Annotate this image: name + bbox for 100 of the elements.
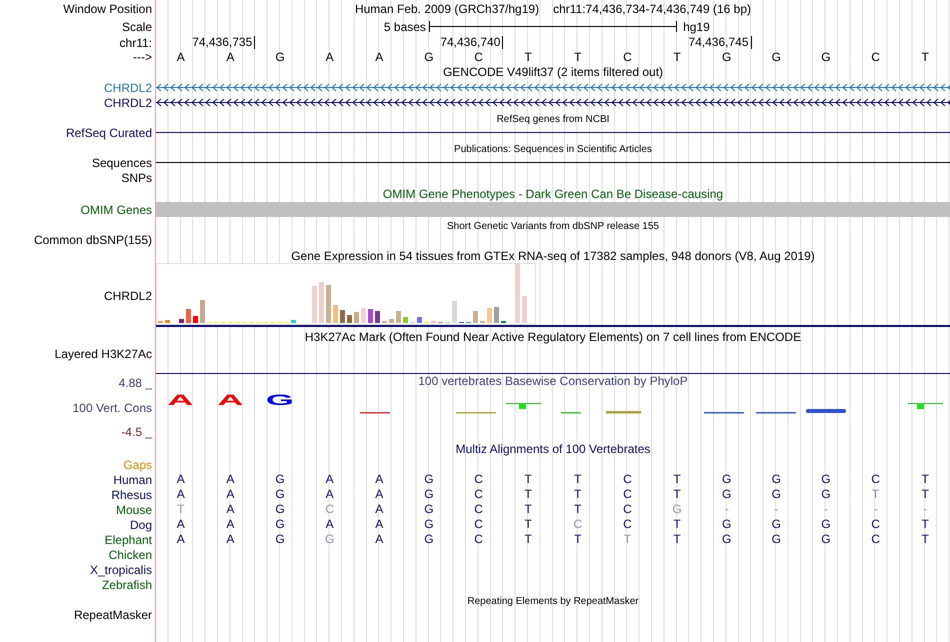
aligned-base: G [772, 488, 781, 501]
aligned-base: G [275, 488, 285, 501]
base-letter: C [623, 50, 632, 64]
aligned-base: G [821, 518, 831, 531]
expression-bar [368, 309, 373, 323]
expression-bar [354, 312, 359, 323]
aligned-base: G [275, 518, 285, 531]
track-label[interactable]: SNPs [121, 170, 152, 184]
base-letter: C [871, 50, 880, 64]
aligned-base: A [375, 518, 384, 531]
track-label[interactable]: RepeatMasker [74, 608, 152, 622]
track-title: 100 vertebrates Basewise Conservation by PhyloP [418, 374, 688, 388]
species-label[interactable]: Zebrafish [102, 578, 152, 592]
track-label[interactable]: Layered H3K27Ac [54, 347, 152, 361]
expression-bar [186, 309, 191, 323]
track-title: OMIM Gene Phenotypes - Dark Green Can Be Disease-causing [382, 186, 724, 200]
base-letter: A [226, 50, 234, 64]
expression-bar [494, 307, 499, 323]
expression-bar [326, 285, 331, 323]
aligned-base: A [226, 503, 234, 516]
track-label[interactable]: Scale [122, 20, 152, 34]
track-label[interactable]: Sequences [92, 156, 152, 170]
track-label[interactable]: CHRDL2 [104, 80, 152, 94]
base-letter: T [574, 50, 582, 64]
aligned-base: G [424, 503, 434, 516]
aligned-base: A [176, 473, 185, 486]
ruler-tick-label: 74,436,735 [192, 36, 256, 49]
expression-bar [515, 263, 520, 323]
species-label[interactable]: Rhesus [111, 488, 152, 502]
base-letter: A [176, 50, 185, 64]
aligned-base: - [824, 503, 828, 516]
aligned-base: G [275, 503, 285, 516]
species-label[interactable]: Human [113, 472, 152, 486]
aligned-base: A [375, 473, 384, 486]
species-label[interactable]: Mouse [116, 502, 152, 516]
aligned-base: T [177, 503, 184, 516]
aligned-base: G [325, 533, 334, 546]
expression-bar [417, 317, 422, 323]
logo-letter: A [168, 394, 194, 408]
aligned-base: T [524, 533, 532, 546]
aligned-base: T [524, 473, 532, 486]
base-letter: C [474, 50, 483, 64]
aligned-base: A [176, 518, 185, 531]
expression-bar [165, 320, 170, 323]
base-letter: G [275, 50, 285, 64]
track-label[interactable]: Window Position [63, 2, 152, 16]
aligned-base: C [474, 473, 483, 486]
aligned-base: T [922, 518, 929, 531]
track-title: H3K27Ac Mark (Often Found Near Active Regulatory Elements) on 7 cell lines from ENCODE [304, 330, 802, 344]
assembly-name: Human Feb. 2009 (GRCh37/hg19) [354, 2, 540, 16]
assembly-label: hg19 [682, 20, 711, 34]
aligned-base: T [624, 533, 632, 546]
track-label[interactable]: RefSeq Curated [66, 126, 152, 140]
track-label[interactable]: 100 Vert. Cons [72, 400, 152, 414]
expression-bar [361, 308, 366, 323]
aligned-base: A [226, 518, 234, 531]
aligned-base: A [226, 488, 234, 501]
aligned-base: C [871, 533, 880, 546]
aligned-base: T [673, 488, 681, 501]
aligned-base: A [226, 533, 234, 546]
species-label[interactable]: Dog [130, 518, 152, 532]
species-label[interactable]: Elephant [104, 532, 152, 546]
expression-bar [312, 286, 317, 323]
aligned-base: G [672, 503, 682, 516]
track-label[interactable]: chr11: [120, 36, 152, 50]
track-title: Short Genetic Variants from dbSNP release 155 [447, 220, 659, 232]
base-letter: G [424, 50, 434, 64]
aligned-base: T [922, 473, 929, 486]
aligned-base: C [474, 518, 483, 531]
base-letter: T [673, 50, 681, 64]
aligned-base: C [623, 518, 632, 531]
track-label[interactable]: Common dbSNP(155) [34, 232, 152, 246]
logo-letter: G [266, 394, 294, 408]
aligned-base: G [424, 488, 434, 501]
species-label[interactable]: X_tropicalis [90, 562, 152, 576]
track-title: Gene Expression in 54 tissues from GTEx RNA-seq of 17382 samples, 948 donors (V8, Aug 2019) [291, 249, 815, 263]
base-letter: A [326, 50, 334, 64]
logo-letter: A [217, 394, 244, 408]
expression-bar [200, 300, 205, 323]
aligned-base: A [375, 488, 384, 501]
aligned-base: T [574, 488, 582, 501]
expression-bar [487, 308, 492, 323]
track-label[interactable]: ---> [133, 50, 152, 64]
aligned-base: G [821, 488, 831, 501]
expression-bar [333, 305, 338, 323]
aligned-base: G [722, 488, 732, 501]
aligned-base: G [772, 533, 781, 546]
aligned-base: A [375, 533, 384, 546]
species-label[interactable]: Chicken [108, 548, 152, 562]
aligned-base: T [673, 473, 681, 486]
aligned-base: A [375, 503, 384, 516]
aligned-base: T [922, 488, 929, 501]
aligned-base: C [623, 503, 632, 516]
track-label[interactable]: OMIM Genes [80, 202, 152, 216]
track-label[interactable]: CHRDL2 [104, 96, 152, 110]
ruler-tick-label: 74,436,745 [688, 36, 752, 49]
aligned-base: - [874, 503, 878, 516]
track-label[interactable]: CHRDL2 [104, 289, 152, 303]
expression-bar [389, 319, 394, 323]
base-letter: T [524, 50, 532, 64]
